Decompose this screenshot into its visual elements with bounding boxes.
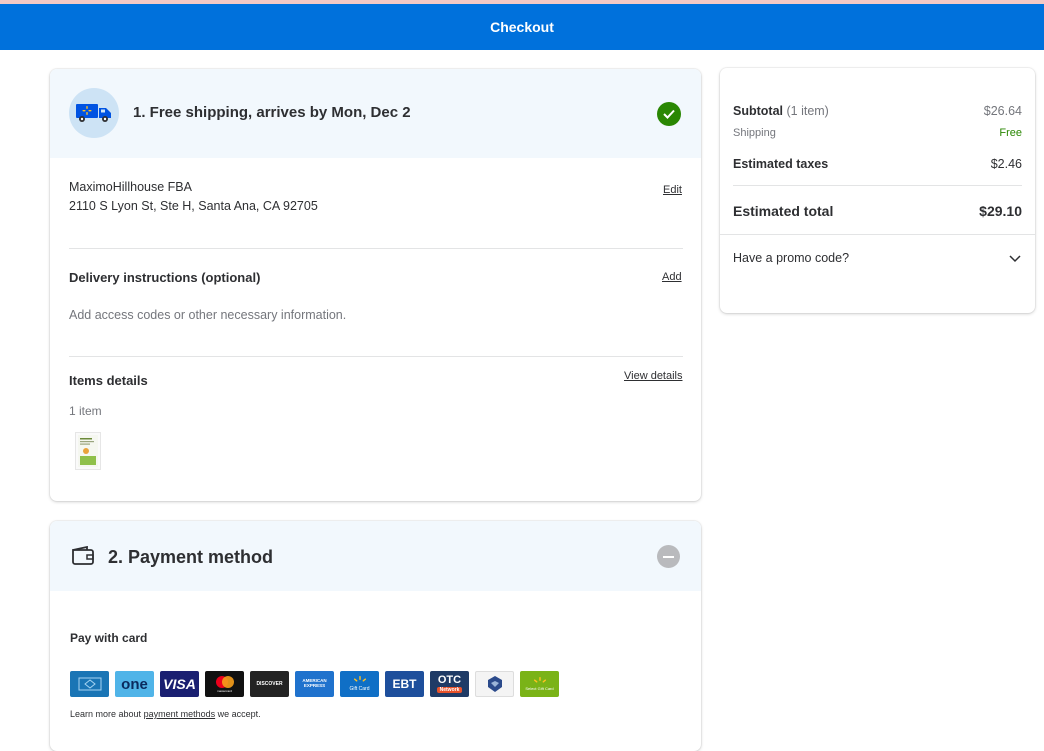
wallet-icon [71, 545, 95, 570]
total-row: Estimated total $29.10 [733, 203, 1022, 219]
walmart-credit-card-icon [70, 671, 109, 697]
total-label: Estimated total [733, 203, 834, 219]
select-gift-card-label: Select Gift Card [525, 686, 554, 691]
taxes-label: Estimated taxes [733, 157, 829, 171]
divider [69, 248, 683, 249]
payment-note-suffix: we accept. [217, 709, 261, 719]
shipping-title: 1. Free shipping, arrives by Mon, Dec 2 [133, 104, 411, 121]
address-name: MaximoHillhouse FBA [69, 180, 192, 194]
items-details-title: Items details [69, 373, 148, 388]
delivery-instructions-placeholder: Add access codes or other necessary info… [69, 308, 347, 322]
view-details-link[interactable]: View details [624, 370, 683, 382]
minus-icon [657, 545, 680, 568]
taxes-row: Estimated taxes $2.46 [733, 157, 1022, 171]
total-value: $29.10 [979, 203, 1022, 219]
benefit-card-icon [475, 671, 514, 697]
subtotal-value: $26.64 [983, 104, 1022, 118]
divider [69, 356, 683, 357]
subtotal-count: (1 item) [786, 104, 829, 118]
mastercard-card-icon: mastercard [205, 671, 244, 697]
payment-methods-link[interactable]: payment methods [144, 709, 216, 719]
payment-note-prefix: Learn more about [70, 709, 142, 719]
otc-card-icon: OTC Network [430, 671, 469, 697]
promo-code-label: Have a promo code? [733, 251, 850, 265]
payment-cards-row: one VISA mastercard DISCOVER AMERICAN EX… [70, 671, 559, 697]
taxes-value: $2.46 [990, 157, 1022, 171]
discover-card-label: DISCOVER [256, 681, 283, 687]
ebt-card-icon: EBT [385, 671, 424, 697]
address-line: 2110 S Lyon St, Ste H, Santa Ana, CA 927… [69, 199, 318, 213]
shipping-label: Shipping [733, 127, 776, 139]
shipping-row: Shipping Free [733, 127, 1022, 139]
payment-title: 2. Payment method [108, 547, 274, 567]
delivery-instructions-title: Delivery instructions (optional) [69, 270, 261, 285]
payment-section: 2. Payment method Pay with card one VISA… [50, 521, 701, 751]
amex-card-icon: AMERICAN EXPRESS [295, 671, 334, 697]
amex-card-label: AMERICAN EXPRESS [302, 678, 327, 688]
pay-with-card-label: Pay with card [70, 631, 148, 645]
select-gift-card-icon: Select Gift Card [520, 671, 559, 697]
visa-card-icon: VISA [160, 671, 199, 697]
payment-methods-note: Learn more about payment methods we acce… [70, 709, 261, 719]
checkmark-icon [657, 102, 681, 126]
edit-address-link[interactable]: Edit [663, 184, 682, 196]
subtotal-row: Subtotal (1 item) $26.64 [733, 104, 1022, 118]
divider [720, 234, 1035, 235]
add-delivery-instructions-link[interactable]: Add [662, 271, 682, 283]
order-summary: Subtotal (1 item) $26.64 Shipping Free E… [720, 68, 1035, 313]
shipping-section: 1. Free shipping, arrives by Mon, Dec 2 … [50, 69, 701, 501]
otc-card-label: OTC [437, 674, 462, 686]
gift-card-label: Gift Card [349, 686, 370, 692]
promo-code-toggle[interactable]: Have a promo code? [733, 251, 1022, 268]
otc-card-sublabel: Network [436, 687, 463, 693]
mastercard-card-label: mastercard [216, 689, 232, 693]
shipping-value: Free [999, 127, 1022, 139]
subtotal-label: Subtotal [733, 104, 783, 118]
checkout-header: Checkout [0, 4, 1044, 50]
page-title: Checkout [490, 19, 554, 35]
discover-card-icon: DISCOVER [250, 671, 289, 697]
one-card-label: one [121, 675, 148, 693]
visa-card-label: VISA [163, 676, 196, 692]
items-count: 1 item [69, 404, 102, 418]
divider [733, 185, 1022, 186]
one-card-icon: one [115, 671, 154, 697]
payment-header: 2. Payment method [50, 521, 701, 591]
gift-card-icon: Gift Card [340, 671, 379, 697]
ebt-card-label: EBT [392, 677, 417, 691]
truck-icon [69, 88, 119, 138]
product-thumbnail[interactable] [75, 432, 101, 470]
chevron-down-icon [1008, 251, 1022, 268]
shipping-header: 1. Free shipping, arrives by Mon, Dec 2 [50, 69, 701, 158]
